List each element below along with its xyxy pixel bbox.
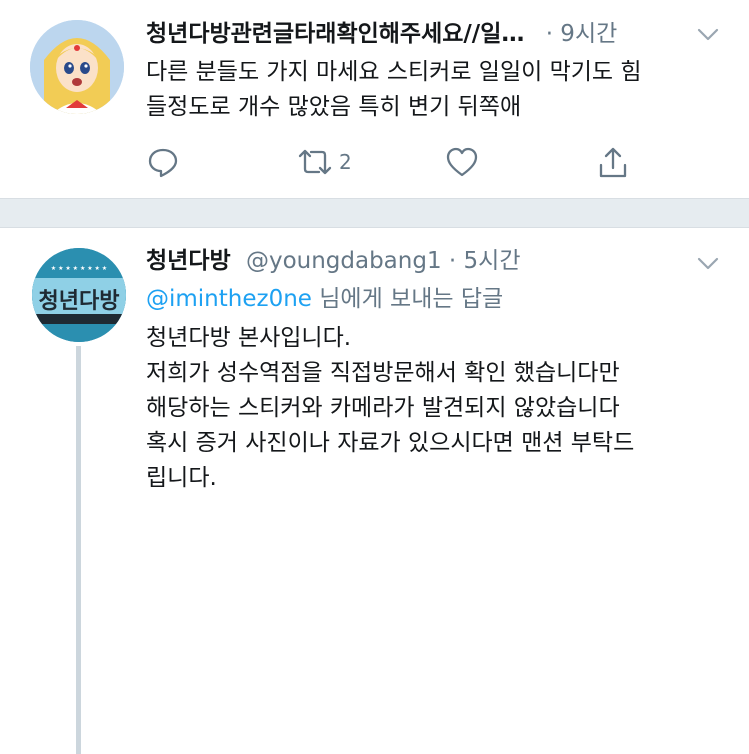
avatar-tweet-2[interactable]: ★ ★ ★ ★ ★ ★ ★ ★ 청년다방 <box>32 248 126 342</box>
retweet-icon <box>298 149 332 175</box>
display-name[interactable]: 청년다방관련글타래확인해주세요//일… <box>146 21 524 47</box>
share-icon <box>599 147 627 178</box>
retweet-button[interactable]: 2 <box>295 146 352 178</box>
reply-icon <box>148 148 178 178</box>
reply-mention-link[interactable]: @iminthez0ne <box>146 286 312 312</box>
reply-button[interactable] <box>147 146 179 178</box>
timestamp[interactable]: · 5시간 <box>449 248 521 274</box>
like-button[interactable] <box>445 146 479 178</box>
tweet-1-actions: 2 <box>0 146 749 186</box>
share-button[interactable] <box>597 146 629 180</box>
heart-icon <box>446 147 478 177</box>
handle[interactable]: @youngdabang1 <box>246 248 442 274</box>
thread-line <box>76 346 81 754</box>
tweet-2[interactable]: ★ ★ ★ ★ ★ ★ ★ ★ 청년다방 청년다방 @youngdabang1 … <box>0 228 749 754</box>
tweet-1-header: 청년다방관련글타래확인해주세요//일… · 9시간 <box>146 19 617 49</box>
timeline-separator <box>0 198 749 228</box>
avatar-tweet-1[interactable] <box>30 20 124 114</box>
retweet-count: 2 <box>339 150 352 174</box>
anime-avatar-icon <box>30 20 124 114</box>
tweet-1[interactable]: 청년다방관련글타래확인해주세요//일… · 9시간 다른 분들도 가지 마세요 … <box>0 0 749 198</box>
brand-logo-icon: ★ ★ ★ ★ ★ ★ ★ ★ 청년다방 <box>32 248 126 342</box>
svg-text:★ ★ ★ ★ ★ ★ ★ ★: ★ ★ ★ ★ ★ ★ ★ ★ <box>51 265 107 272</box>
timestamp[interactable]: · 9시간 <box>546 21 618 47</box>
tweet-2-text: 청년다방 본사입니다. 저희가 성수역점을 직접방문해서 확인 했습니다만 해당… <box>146 325 635 491</box>
svg-text:청년다방: 청년다방 <box>39 289 120 314</box>
replying-to: @iminthez0ne 님에게 보내는 답글 <box>146 284 503 314</box>
reply-suffix: 님에게 보내는 답글 <box>311 286 504 312</box>
chevron-down-icon[interactable] <box>697 256 719 275</box>
chevron-down-icon[interactable] <box>697 27 719 46</box>
tweet-2-header: 청년다방 @youngdabang1 · 5시간 <box>146 246 520 276</box>
tweet-1-text: 다른 분들도 가지 마세요 스티커로 일일이 막기도 힘 들정도로 개수 많았음… <box>146 59 642 120</box>
display-name[interactable]: 청년다방 <box>146 248 231 274</box>
